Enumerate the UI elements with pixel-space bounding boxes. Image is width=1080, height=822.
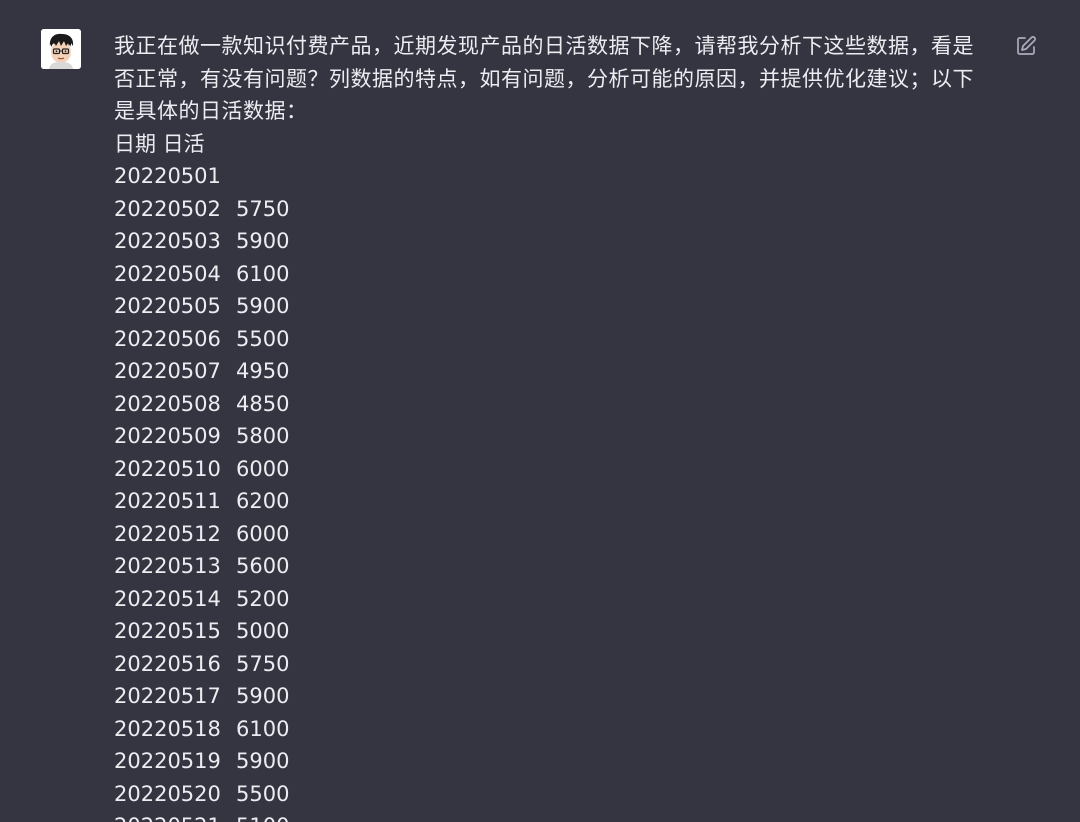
row-date: 20220502: [114, 196, 221, 221]
row-date: 20220520: [114, 781, 221, 806]
row-date: 20220514: [114, 586, 221, 611]
table-row: 202205215100: [114, 810, 994, 822]
row-value: 4950: [236, 359, 290, 383]
data-rows: 20220501 20220502 5750 20220503 5900 20220504…: [114, 160, 994, 822]
table-row: 20220505 5900: [114, 290, 994, 323]
row-value: 6000: [236, 456, 290, 481]
row-value: 5100: [236, 810, 289, 822]
row-value: 5750: [236, 651, 290, 676]
row-date: 20220509: [114, 424, 221, 448]
row-value: 6100: [236, 716, 290, 741]
table-header: 日期 日活: [114, 131, 205, 156]
table-row: 20220509 5800: [114, 420, 994, 453]
row-value: 5900: [236, 229, 290, 253]
message-content: 我正在做一款知识付费产品，近期发现产品的日活数据下降，请帮我分析下这些数据，看是…: [114, 30, 994, 822]
table-row: 20220502 5750: [114, 193, 994, 226]
row-date: 20220501: [114, 164, 221, 188]
row-date: 20220513: [114, 554, 221, 578]
row-value: 6100: [236, 261, 290, 286]
row-date: 20220517: [114, 684, 221, 708]
row-value: 5500: [236, 781, 290, 806]
row-value: 5750: [236, 196, 290, 221]
row-value: 6200: [236, 489, 290, 513]
table-row: 20220503 5900: [114, 225, 994, 258]
table-row: 20220520 5500: [114, 778, 994, 811]
row-value: 5000: [236, 619, 290, 643]
table-row: 20220506 5500: [114, 323, 994, 356]
row-value: 6000: [236, 521, 290, 546]
row-value: 5500: [236, 326, 290, 351]
row-date: 20220507: [114, 359, 221, 383]
row-value: 4850: [236, 391, 290, 416]
table-row: 20220516 5750: [114, 648, 994, 681]
row-date: 20220518: [114, 716, 221, 741]
row-date: 20220519: [114, 749, 221, 773]
table-row: 20220507 4950: [114, 355, 994, 388]
row-date: 20220510: [114, 456, 221, 481]
row-date: 20220505: [114, 294, 221, 318]
table-row: 20220510 6000: [114, 453, 994, 486]
row-date: 20220506: [114, 326, 221, 351]
row-date: 20220512: [114, 521, 221, 546]
table-row: 20220511 6200: [114, 485, 994, 518]
edit-icon: [1017, 36, 1036, 55]
row-date: 20220515: [114, 619, 221, 643]
row-date: 20220504: [114, 261, 221, 286]
user-message: 我正在做一款知识付费产品，近期发现产品的日活数据下降，请帮我分析下这些数据，看是…: [0, 0, 1080, 822]
table-row: 20220517 5900: [114, 680, 994, 713]
row-value: 5900: [236, 749, 290, 773]
edit-button[interactable]: [1014, 34, 1038, 58]
table-row: 20220519 5900: [114, 745, 994, 778]
table-row: 20220508 4850: [114, 388, 994, 421]
table-row: 20220504 6100: [114, 258, 994, 291]
row-date: 20220503: [114, 229, 221, 253]
table-row: 20220512 6000: [114, 518, 994, 551]
row-date: 20220511: [114, 489, 221, 513]
row-value: 5200: [236, 586, 290, 611]
table-row: 20220513 5600: [114, 550, 994, 583]
table-row: 20220514 5200: [114, 583, 994, 616]
row-date: 20220508: [114, 391, 221, 416]
message-text: 我正在做一款知识付费产品，近期发现产品的日活数据下降，请帮我分析下这些数据，看是…: [114, 34, 974, 123]
row-date: 20220521: [114, 810, 236, 822]
row-date: 20220516: [114, 651, 221, 676]
table-row: 20220518 6100: [114, 713, 994, 746]
row-value: 5800: [236, 424, 290, 448]
table-row: 20220515 5000: [114, 615, 994, 648]
row-value: 5600: [236, 554, 290, 578]
table-row: 20220501: [114, 160, 994, 193]
row-value: 5900: [236, 684, 290, 708]
row-value: 5900: [236, 294, 290, 318]
user-avatar-icon: [41, 29, 81, 69]
avatar: [41, 29, 81, 69]
